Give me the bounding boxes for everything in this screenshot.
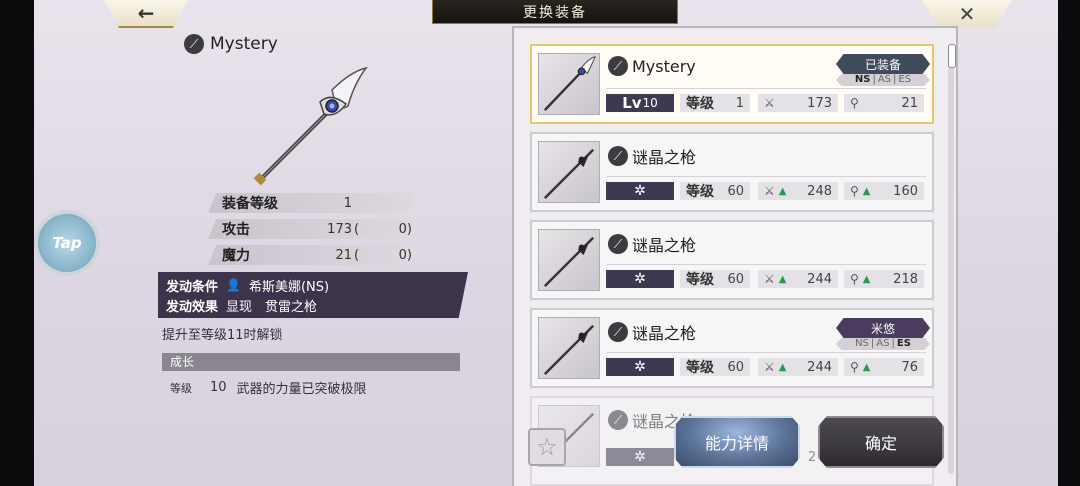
screen-edge-left [0, 0, 34, 486]
card-level-badge: Lv 10 [606, 94, 674, 112]
star-emblem-icon: ✲ [634, 271, 646, 287]
stat-up-icon: ▲ [778, 361, 787, 373]
card-name: 谜晶之枪 [632, 324, 697, 343]
weapon-name-text: Mystery [210, 34, 278, 54]
card-level-badge: ✲ [606, 358, 674, 376]
close-icon: ✕ [958, 2, 976, 26]
effect-value: 显现 贯雷之枪 [226, 299, 318, 315]
growth-description: 武器的力量已突破极限 [236, 382, 367, 397]
card-name: 谜晶之枪 [632, 236, 697, 255]
weapon-thumbnail [538, 317, 600, 379]
back-arrow-icon: ← [137, 1, 155, 25]
scrollbar-track[interactable] [948, 44, 954, 474]
skill-trigger-panel: 发动条件 👤 希斯美娜(NS) 发动效果 显现 贯雷之枪 [158, 272, 468, 318]
card-partial-value: 2 [808, 450, 817, 465]
staff-icon: ⚲ [850, 272, 859, 286]
card-name: 谜晶之枪 [632, 148, 697, 167]
stat-up-icon: ▲ [862, 185, 871, 197]
equipment-card[interactable]: ⟋ 谜晶之枪 米悠 NS | AS | ES ✲ 等级 60 ⚔ ▲ 244 ⚲ ▲ 76 [530, 308, 934, 388]
sword-icon: ⚔ [764, 184, 775, 198]
stat-magic: 魔力 21 ( 0) [208, 245, 416, 265]
spear-type-icon: ⟋ [608, 146, 628, 166]
equipped-badge: 已装备 NS | AS | ES [836, 54, 930, 88]
staff-icon: ⚲ [850, 184, 859, 198]
stat-up-icon: ▲ [862, 273, 871, 285]
weapon-thumbnail [538, 141, 600, 203]
growth-row: 等级 10 武器的力量已突破极限 [170, 380, 367, 397]
sword-icon: ⚔ [764, 96, 775, 110]
card-name: Mystery [632, 56, 696, 76]
sword-icon: ⚔ [764, 360, 775, 374]
weapon-title: ⟋ Mystery [184, 34, 278, 54]
star-emblem-icon: ✲ [634, 449, 646, 465]
close-button[interactable]: ✕ [922, 0, 1012, 28]
spear-type-icon: ⟋ [184, 34, 204, 54]
equipment-card[interactable]: ⟋ 谜晶之枪 ✲ 等级 60 ⚔ ▲ 244 ⚲ ▲ 218 [530, 220, 934, 300]
spear-type-icon: ⟋ [608, 234, 628, 254]
attack-bonus: 0) [398, 221, 412, 237]
weapon-thumbnail [538, 229, 600, 291]
staff-icon: ⚲ [850, 96, 859, 110]
star-icon: ☆ [536, 433, 558, 461]
card-level-badge: ✲ [606, 270, 674, 288]
stat-up-icon: ▲ [862, 361, 871, 373]
spear-type-icon: ⟋ [608, 410, 628, 430]
equipped-by-badge: 米悠 NS | AS | ES [836, 318, 930, 352]
star-emblem-icon: ✲ [634, 183, 646, 199]
weapon-thumbnail [538, 53, 600, 115]
equipment-card-mystery[interactable]: ⟋ Mystery 已装备 NS | AS | ES Lv 10 等级 1 ⚔ 173 ⚲… [530, 44, 934, 124]
page-title: 更换装备 [432, 0, 678, 24]
tap-floating-button[interactable]: Tap [34, 210, 100, 276]
screen-edge-right [1058, 0, 1080, 486]
growth-level: 10 [210, 380, 227, 395]
magic-bonus: 0) [398, 247, 412, 263]
favorite-button[interactable]: ☆ [528, 428, 566, 466]
condition-value: 希斯美娜(NS) [248, 279, 330, 295]
confirm-button[interactable]: 确定 [818, 416, 944, 468]
stat-up-icon: ▲ [778, 185, 787, 197]
unlock-hint: 提升至等级11时解锁 [162, 328, 283, 343]
star-emblem-icon: ✲ [634, 359, 646, 375]
effect-label: 发动效果 [166, 299, 219, 315]
equipment-card[interactable]: ⟋ 谜晶之枪 ✲ 等级 60 ⚔ ▲ 248 ⚲ ▲ 160 [530, 132, 934, 212]
card-level-badge: ✲ [606, 448, 674, 466]
stat-up-icon: ▲ [778, 273, 787, 285]
stat-equip-level: 装备等级 1 [208, 193, 416, 213]
growth-header: 成长 [162, 353, 460, 371]
ability-detail-button[interactable]: 能力详情 [674, 416, 800, 468]
weapon-image [253, 66, 368, 186]
sword-icon: ⚔ [764, 272, 775, 286]
spear-type-icon: ⟋ [608, 56, 628, 76]
character-icon: 👤 [226, 278, 241, 292]
stat-attack: 攻击 173 ( 0) [208, 219, 416, 239]
card-level-badge: ✲ [606, 182, 674, 200]
staff-icon: ⚲ [850, 360, 859, 374]
scrollbar-thumb[interactable] [948, 44, 956, 68]
condition-label: 发动条件 [166, 279, 219, 295]
spear-type-icon: ⟋ [608, 322, 628, 342]
back-button[interactable]: ← [104, 0, 188, 28]
